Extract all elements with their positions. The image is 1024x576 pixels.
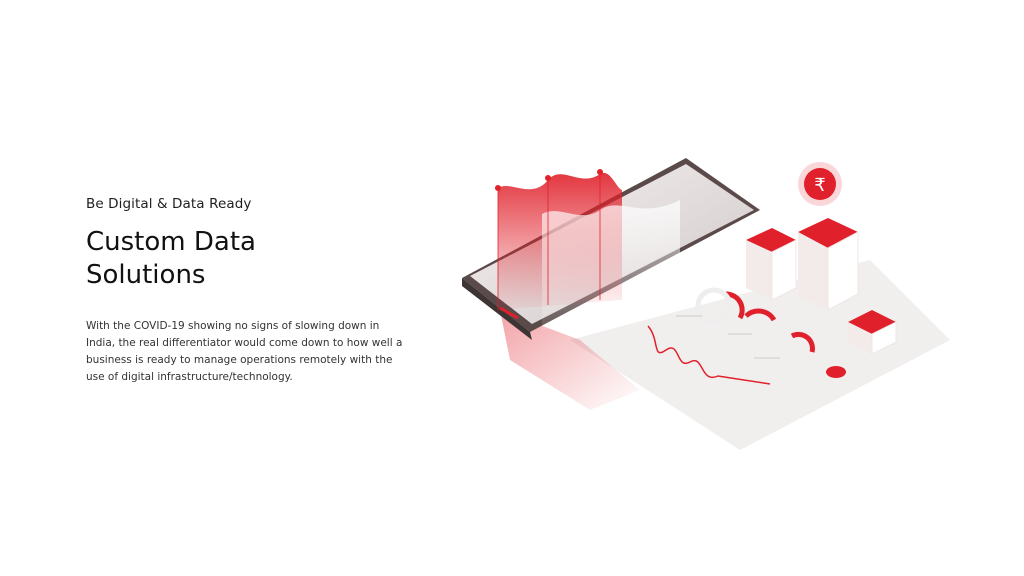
hero-eyebrow: Be Digital & Data Ready	[86, 196, 252, 212]
hero-title: Custom Data Solutions	[86, 226, 416, 292]
wave-chart-light	[542, 200, 680, 330]
bar-tower-mid	[746, 228, 797, 301]
hero-title-line2: Solutions	[86, 260, 206, 290]
bar-tower-tall	[798, 218, 859, 311]
hero-body: With the COVID-19 showing no signs of sl…	[86, 320, 403, 383]
rupee-icon: ₹	[814, 175, 825, 196]
hero-text-block: Be Digital & Data Ready Custom Data Solu…	[86, 196, 416, 386]
red-dot	[826, 366, 846, 378]
illustration-svg: ₹	[462, 158, 950, 450]
isometric-phone-illustration: ₹	[440, 140, 960, 460]
hero-title-line1: Custom Data	[86, 227, 256, 257]
